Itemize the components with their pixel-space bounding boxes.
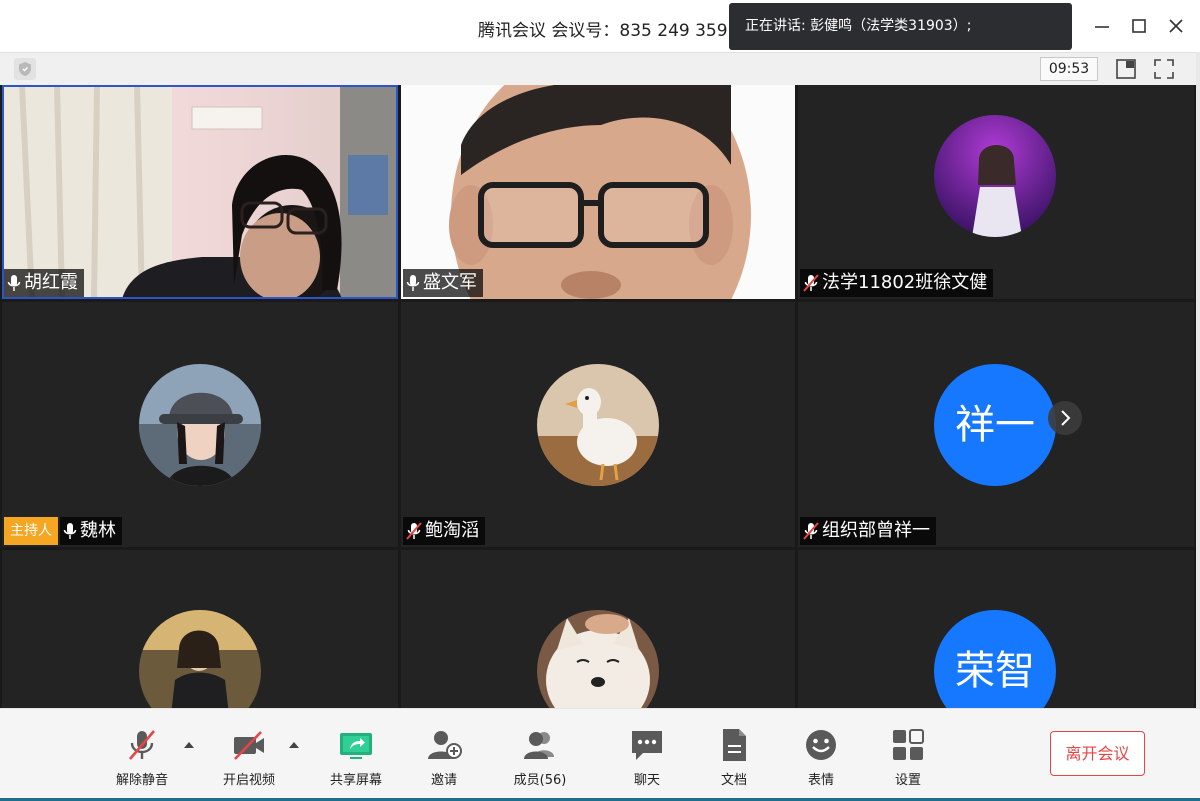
host-badge: 主持人	[4, 517, 58, 545]
participant-video	[2, 85, 398, 299]
participant-nameplate: 胡红霞	[4, 269, 84, 297]
members-label: 成员(56)	[513, 773, 567, 788]
members-icon	[524, 732, 554, 759]
participant-tile[interactable]: 盛文军	[401, 85, 795, 299]
mic-muted-icon	[803, 274, 819, 292]
docs-button[interactable]: 文档	[699, 727, 769, 788]
share-screen-label: 共享屏幕	[329, 773, 382, 788]
grid-apps-icon	[893, 729, 924, 760]
participant-avatar	[537, 364, 659, 486]
chat-button[interactable]: 聊天	[612, 727, 682, 788]
invite-label: 邀请	[430, 773, 457, 788]
start-video-button[interactable]: 开启视频	[214, 727, 284, 788]
unmute-button[interactable]: 解除静音	[107, 727, 177, 788]
settings-button[interactable]: 设置	[873, 727, 943, 788]
participant-avatar	[537, 610, 659, 708]
mic-muted-icon	[129, 730, 155, 760]
participant-tile[interactable]	[401, 550, 795, 708]
participant-tile[interactable]: 胡红霞	[2, 85, 398, 299]
document-icon	[723, 729, 746, 761]
chat-icon	[632, 731, 662, 760]
unmute-label: 解除静音	[115, 773, 168, 788]
meeting-window: 腾讯会议 会议号：835 249 359 正在讲话: 彭健鸣（法学类31903）…	[0, 0, 1200, 801]
video-grid: 胡红霞 盛文军 法学11802班徐文健 主持人 魏林 鲍淘滔 祥一 组织部曾祥一…	[0, 85, 1196, 708]
participant-nameplate: 主持人 魏林	[4, 517, 122, 545]
next-page-button[interactable]	[1048, 401, 1082, 435]
participant-name: 盛文军	[423, 272, 477, 293]
participant-tile[interactable]: 法学11802班徐文健	[798, 85, 1194, 299]
share-screen-button[interactable]: 共享屏幕	[321, 727, 391, 788]
participant-name: 组织部曾祥一	[822, 520, 930, 541]
participant-nameplate: 鲍淘滔	[403, 517, 485, 545]
participant-avatar-initials: 祥一	[934, 364, 1056, 486]
minimize-icon	[1095, 26, 1109, 28]
participant-tile[interactable]: 主持人 魏林	[2, 302, 398, 547]
layout-toggle-icon[interactable]	[1114, 57, 1138, 81]
mic-muted-icon	[803, 522, 819, 540]
participant-avatar	[139, 610, 261, 708]
fullscreen-icon[interactable]	[1152, 57, 1176, 81]
participant-tile[interactable]: 鲍淘滔	[401, 302, 795, 547]
participant-name: 法学11802班徐文健	[822, 272, 988, 293]
participant-nameplate: 盛文军	[403, 269, 483, 297]
window-scroll-edge	[1196, 52, 1200, 708]
maximize-button[interactable]	[1127, 14, 1151, 38]
members-button[interactable]: 成员(56)	[505, 727, 575, 788]
close-icon	[1169, 19, 1183, 33]
mic-on-icon	[7, 275, 21, 291]
smiley-icon	[806, 730, 836, 760]
participant-nameplate-name: 魏林	[60, 517, 122, 545]
mic-on-icon	[63, 523, 77, 539]
leave-meeting-button[interactable]: 离开会议	[1050, 731, 1145, 776]
participant-nameplate: 组织部曾祥一	[800, 517, 936, 545]
participant-avatar	[139, 364, 261, 486]
participant-tile[interactable]: 祥一 组织部曾祥一	[798, 302, 1194, 547]
chevron-right-icon	[1061, 410, 1071, 426]
video-off-icon	[234, 731, 264, 760]
meeting-info-bar: 09:53	[0, 52, 1200, 85]
title-bar: 腾讯会议 会议号：835 249 359 正在讲话: 彭健鸣（法学类31903）…	[0, 0, 1200, 52]
caret-up-icon[interactable]	[287, 739, 301, 749]
participant-avatar	[934, 115, 1056, 237]
participant-tile[interactable]: 荣智	[798, 550, 1194, 708]
caret-up-icon[interactable]	[182, 739, 196, 749]
start-video-label: 开启视频	[222, 773, 275, 788]
docs-label: 文档	[720, 773, 747, 788]
mic-muted-icon	[406, 522, 422, 540]
speaking-notice: 正在讲话: 彭健鸣（法学类31903）;	[729, 3, 1072, 50]
settings-label: 设置	[894, 773, 921, 788]
invite-button[interactable]: 邀请	[409, 727, 479, 788]
minimize-button[interactable]	[1090, 14, 1114, 38]
close-button[interactable]	[1164, 14, 1188, 38]
window-title: 腾讯会议 会议号：835 249 359	[478, 21, 728, 41]
participant-name: 魏林	[80, 520, 116, 541]
participant-name: 鲍淘滔	[425, 520, 479, 541]
share-screen-icon	[340, 733, 372, 759]
participant-nameplate: 法学11802班徐文健	[800, 269, 994, 297]
reactions-label: 表情	[807, 773, 834, 788]
maximize-icon	[1132, 19, 1146, 33]
participant-name: 胡红霞	[24, 272, 78, 293]
mic-on-icon	[406, 275, 420, 291]
participant-avatar-initials: 荣智	[934, 610, 1056, 708]
security-shield-icon[interactable]	[14, 58, 36, 80]
meeting-toolbar: 解除静音 开启视频 共享屏幕 邀请 成员(56) 聊天 文档 表情 设置 离开会…	[0, 708, 1200, 801]
participant-video	[401, 85, 795, 299]
meeting-timer: 09:53	[1040, 57, 1098, 81]
participant-tile[interactable]	[2, 550, 398, 708]
add-user-icon	[428, 731, 462, 759]
chat-label: 聊天	[633, 773, 660, 788]
reactions-button[interactable]: 表情	[786, 727, 856, 788]
